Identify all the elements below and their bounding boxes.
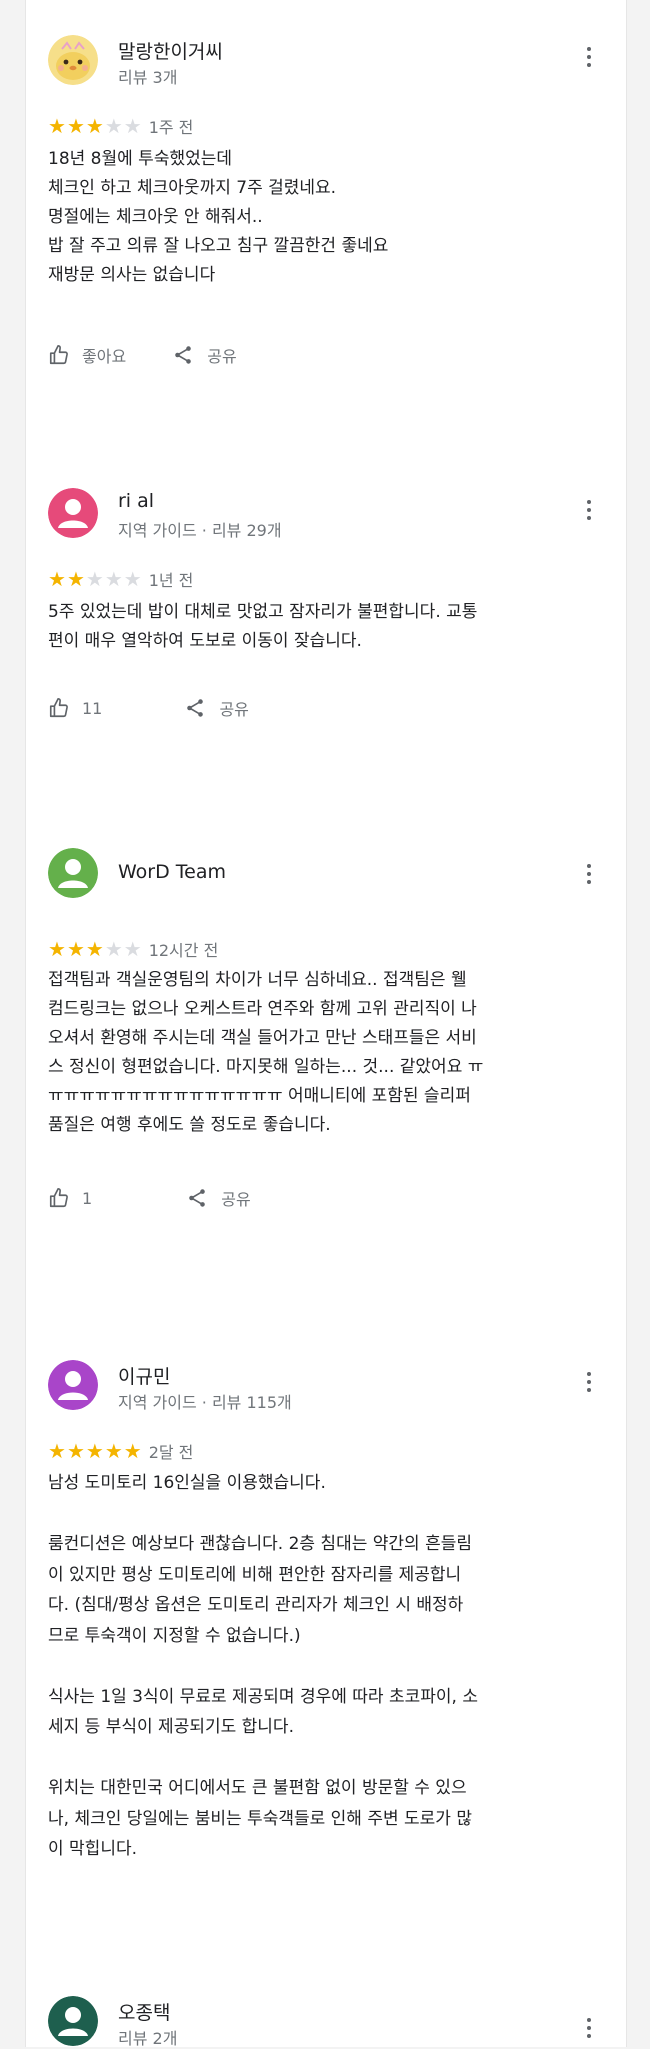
like-button[interactable]: 11 bbox=[48, 697, 102, 719]
star-filled-icon: ★ bbox=[85, 114, 105, 138]
star-empty-icon: ★ bbox=[104, 567, 124, 591]
person-avatar-icon[interactable] bbox=[48, 488, 98, 538]
review-actions: 11 공유 bbox=[48, 696, 289, 724]
review-text: 5주 있었는데 밥이 대체로 맛없고 잠자리가 불편합니다. 교통 편이 매우 … bbox=[48, 602, 478, 651]
review-card: 이규민 지역 가이드 · 리뷰 115개 ★★★★★ 2달 전 남성 도미토리 1… bbox=[26, 1360, 626, 1920]
star-filled-icon: ★ bbox=[48, 937, 67, 961]
author-name[interactable]: 말랑한이거씨 bbox=[118, 37, 223, 64]
share-icon bbox=[187, 699, 204, 717]
share-button[interactable]: 공유 bbox=[183, 696, 249, 720]
rating-row: ★★★★★ 12시간 전 bbox=[48, 937, 218, 961]
star-empty-icon: ★ bbox=[123, 937, 143, 961]
share-label: 공유 bbox=[221, 1190, 251, 1209]
author-subtitle: 지역 가이드 · 리뷰 29개 bbox=[118, 521, 282, 540]
star-rating: ★★★★★ bbox=[48, 937, 143, 961]
author-subtitle: 리뷰 3개 bbox=[118, 68, 178, 87]
author-name[interactable]: 이규민 bbox=[118, 1362, 170, 1389]
more-options-icon[interactable] bbox=[584, 2018, 594, 2042]
share-button[interactable]: 공유 bbox=[171, 343, 237, 367]
thumbs-up-icon bbox=[49, 345, 68, 365]
more-options-icon[interactable] bbox=[584, 500, 594, 524]
star-filled-icon: ★ bbox=[85, 937, 105, 961]
star-filled-icon: ★ bbox=[66, 567, 86, 591]
star-rating: ★★★★★ bbox=[48, 1439, 143, 1463]
review-actions: 1 공유 bbox=[48, 1186, 291, 1214]
like-label: 좋아요 bbox=[82, 347, 127, 366]
star-empty-icon: ★ bbox=[85, 567, 105, 591]
thumbs-up-icon bbox=[49, 1188, 68, 1208]
review-text: 접객팀과 객실운영팀의 차이가 너무 심하네요.. 접객팀은 웰 컴드링크는 없… bbox=[48, 970, 484, 1135]
star-filled-icon: ★ bbox=[48, 1439, 67, 1463]
rating-row: ★★★★★ 1주 전 bbox=[48, 114, 193, 138]
yellow-chick-avatar-icon[interactable] bbox=[48, 35, 98, 85]
star-empty-icon: ★ bbox=[104, 937, 124, 961]
share-label: 공유 bbox=[207, 347, 237, 366]
share-icon bbox=[189, 1189, 206, 1207]
star-filled-icon: ★ bbox=[48, 114, 67, 138]
review-card: WorD Team ★★★★★ 12시간 전 접객팀과 객실운영팀의 차이가 너무… bbox=[26, 848, 626, 1218]
share-icon bbox=[175, 346, 192, 364]
review-card: 오종택 리뷰 2개 bbox=[26, 1996, 626, 2048]
star-empty-icon: ★ bbox=[123, 114, 143, 138]
review-time: 2달 전 bbox=[148, 1443, 194, 1462]
like-button[interactable]: 좋아요 bbox=[48, 343, 126, 367]
review-card: ri al 지역 가이드 · 리뷰 29개 ★★★★★ 1년 전 5주 있었는데 … bbox=[26, 488, 626, 738]
share-label: 공유 bbox=[219, 700, 249, 719]
like-count: 1 bbox=[82, 1188, 93, 1208]
star-filled-icon: ★ bbox=[66, 1439, 86, 1463]
review-actions: 좋아요 공유 bbox=[48, 343, 277, 371]
review-time: 1년 전 bbox=[148, 571, 194, 590]
reviews-page: 말랑한이거씨 리뷰 3개 ★★★★★ 1주 전 18년 8월에 투숙했었는데 체크… bbox=[25, 0, 627, 2048]
star-filled-icon: ★ bbox=[66, 937, 86, 961]
review-time: 12시간 전 bbox=[148, 941, 219, 960]
star-empty-icon: ★ bbox=[104, 114, 124, 138]
author-subtitle: 지역 가이드 · 리뷰 115개 bbox=[118, 1393, 292, 1412]
person-avatar-icon[interactable] bbox=[48, 848, 98, 898]
star-empty-icon: ★ bbox=[123, 567, 143, 591]
person-avatar-icon[interactable] bbox=[48, 1360, 98, 1410]
author-name[interactable]: WorD Team bbox=[118, 861, 226, 883]
star-filled-icon: ★ bbox=[85, 1439, 105, 1463]
like-count: 11 bbox=[82, 698, 103, 718]
author-subtitle: 리뷰 2개 bbox=[118, 2029, 178, 2048]
person-avatar-icon[interactable] bbox=[48, 1996, 98, 2046]
star-filled-icon: ★ bbox=[66, 114, 86, 138]
star-filled-icon: ★ bbox=[123, 1439, 143, 1463]
star-filled-icon: ★ bbox=[48, 567, 67, 591]
author-name[interactable]: 오종택 bbox=[118, 1998, 170, 2025]
rating-row: ★★★★★ 1년 전 bbox=[48, 567, 193, 591]
star-rating: ★★★★★ bbox=[48, 567, 143, 591]
more-options-icon[interactable] bbox=[584, 47, 594, 71]
review-text: 18년 8월에 투숙했었는데 체크인 하고 체크아웃까지 7주 걸렸네요. 명절… bbox=[48, 149, 389, 285]
star-filled-icon: ★ bbox=[104, 1439, 124, 1463]
more-options-icon[interactable] bbox=[584, 1372, 594, 1396]
like-button[interactable]: 1 bbox=[48, 1187, 92, 1209]
author-name[interactable]: ri al bbox=[118, 490, 154, 512]
review-card: 말랑한이거씨 리뷰 3개 ★★★★★ 1주 전 18년 8월에 투숙했었는데 체크… bbox=[26, 35, 626, 366]
more-options-icon[interactable] bbox=[584, 864, 594, 888]
review-text: 남성 도미토리 16인실을 이용했습니다. 룸컨디션은 예상보다 괜찮습니다. … bbox=[48, 1473, 478, 1859]
review-time: 1주 전 bbox=[148, 118, 194, 137]
star-rating: ★★★★★ bbox=[48, 114, 143, 138]
thumbs-up-icon bbox=[49, 698, 68, 718]
share-button[interactable]: 공유 bbox=[185, 1186, 251, 1210]
rating-row: ★★★★★ 2달 전 bbox=[48, 1439, 193, 1463]
